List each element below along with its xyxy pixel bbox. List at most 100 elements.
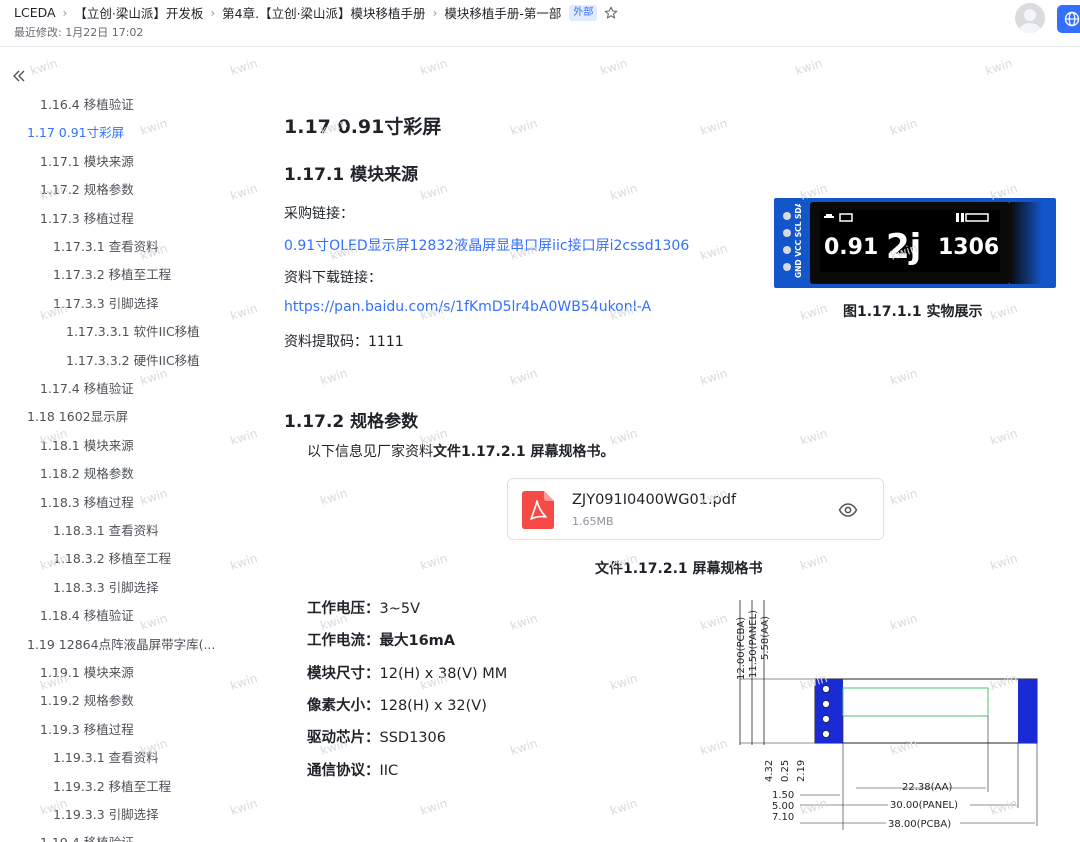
breadcrumb-separator-icon: › (432, 5, 438, 20)
share-button[interactable] (1057, 5, 1080, 33)
watermark-text: kwin (598, 56, 630, 78)
watermark-text: kwin (798, 426, 830, 448)
watermark-text: kwin (608, 671, 640, 693)
dim-left-1: 4.32 (764, 760, 775, 782)
oled-module-photo[interactable]: GND VCC SCL SDA 0.91 2j 1306 (774, 198, 1056, 288)
breadcrumb-item-lceda[interactable]: LCEDA (14, 5, 56, 20)
watermark-text: kwin (793, 56, 825, 78)
toc-item[interactable]: 1.18.3 移植过程 (40, 495, 134, 511)
globe-icon (1064, 11, 1080, 27)
toc-item[interactable]: 1.18.1 模块来源 (40, 438, 134, 454)
breadcrumb-item-chapter[interactable]: 第4章.【立创·梁山派】模块移植手册 (222, 3, 425, 22)
toc-item[interactable]: 1.17.3.3.1 软件IIC移植 (66, 324, 200, 340)
buy-label: 采购链接： (284, 206, 354, 222)
watermark-text: kwin (608, 181, 640, 203)
watermark-text: kwin (138, 116, 170, 138)
watermark-text: kwin (318, 366, 350, 388)
collapse-sidebar-icon[interactable] (11, 68, 27, 84)
oled-text-mid: 2j (886, 227, 921, 267)
breadcrumb-item-current[interactable]: 模块移植手册-第一部 (444, 3, 561, 22)
dimension-drawing[interactable]: 12.00(PCBA) 11.50(PANEL) 5.58(AA) 4.32 0… (720, 590, 1050, 835)
download-link[interactable]: https://pan.baidu.com/s/1fKmD5lr4bA0WB54… (284, 299, 651, 315)
toc-item[interactable]: 1.17.3.1 查看资料 (53, 239, 159, 255)
spec-row: 工作电压：3~5V (307, 597, 420, 618)
toc-item[interactable]: 1.17 0.91寸彩屏 (27, 125, 124, 141)
star-icon[interactable] (604, 6, 618, 20)
toc-item[interactable]: 1.19.3.1 查看资料 (53, 750, 159, 766)
watermark-text: kwin (318, 486, 350, 508)
breadcrumb-item-board[interactable]: 【立创·梁山派】开发板 (74, 3, 203, 22)
dim-bottom-2: 5.00 (772, 801, 794, 812)
toc-item[interactable]: 1.19.1 模块来源 (40, 665, 134, 681)
section-heading-1-17-1: 1.17.1 模块来源 (284, 165, 419, 185)
photo-caption: 图1.17.1.1 实物展示 (843, 304, 983, 320)
toc-item[interactable]: 1.19.3.2 移植至工程 (53, 779, 171, 795)
toc-item[interactable]: 1.17.3.2 移植至工程 (53, 267, 171, 283)
watermark-text: kwin (228, 796, 260, 818)
toc-item[interactable]: 1.17.3.3 引脚选择 (53, 296, 159, 312)
watermark-text: kwin (418, 56, 450, 78)
dim-bottom-3: 7.10 (772, 812, 794, 823)
toc-item[interactable]: 1.16.4 移植验证 (40, 97, 134, 113)
module-edge (1010, 202, 1056, 284)
toc-item[interactable]: 1.19.3.3 引脚选择 (53, 807, 159, 823)
spec-value: 3~5V (379, 601, 421, 617)
toc-item[interactable]: 1.18.3.1 查看资料 (53, 523, 159, 539)
dim-aa-height: 5.58(AA) (760, 616, 771, 660)
watermark-text: kwin (138, 486, 170, 508)
oled-text-right: 1306 (938, 235, 999, 260)
watermark-text: kwin (418, 796, 450, 818)
toc-item[interactable]: 1.17.4 移植验证 (40, 381, 134, 397)
pdf-attachment-card[interactable]: ZJY091I0400WG01.pdf 1.65MB (507, 478, 884, 540)
spec-row: 通信协议：IIC (307, 759, 398, 780)
pdf-icon (522, 491, 554, 529)
watermark-text: kwin (228, 671, 260, 693)
pin-header: GND VCC SCL SDA (783, 204, 803, 278)
watermark-text: kwin (888, 366, 920, 388)
spec-row: 工作电流：最大16mA (307, 629, 455, 650)
toc-item[interactable]: 1.17.3 移植过程 (40, 211, 134, 227)
watermark-text: kwin (888, 486, 920, 508)
toc-item[interactable]: 1.18.4 移植验证 (40, 608, 134, 624)
pin-labels: GND VCC SCL SDA (794, 204, 803, 278)
section-heading-1-17-2: 1.17.2 规格参数 (284, 412, 419, 432)
spec-row: 模块尺寸：12(H) x 38(V) MM (307, 662, 507, 683)
spec-key: 工作电压： (307, 601, 380, 617)
dim-panel-width: 30.00(PANEL) (890, 800, 958, 811)
watermark-text: kwin (888, 116, 920, 138)
avatar[interactable] (1015, 3, 1045, 33)
watermark-text: kwin (608, 796, 640, 818)
dim-panel-height: 11.50(PANEL) (748, 610, 759, 678)
dim-pcba-height: 12.00(PCBA) (736, 617, 747, 680)
toc-item[interactable]: 1.17.3.3.2 硬件IIC移植 (66, 353, 200, 369)
toc-item[interactable]: 1.18.3.3 引脚选择 (53, 580, 159, 596)
dim-left-2: 0.25 (780, 760, 791, 782)
toc-item[interactable]: 1.19 12864点阵液晶屏带字库(... (27, 637, 215, 653)
eye-icon[interactable] (838, 500, 858, 520)
toc-item[interactable]: 1.18.2 规格参数 (40, 466, 134, 482)
dim-pcba-width: 38.00(PCBA) (888, 819, 951, 830)
toc-item[interactable]: 1.19.3 移植过程 (40, 722, 134, 738)
file-caption: 文件1.17.2.1 屏幕规格书 (595, 561, 763, 577)
toc-item[interactable]: 1.19.2 规格参数 (40, 693, 134, 709)
file-name[interactable]: ZJY091I0400WG01.pdf (572, 492, 736, 508)
spec-key: 模块尺寸： (307, 665, 380, 682)
watermark-text: kwin (418, 181, 450, 203)
dim-left-3: 2.19 (796, 760, 807, 782)
section-heading-1-17: 1.17 0.91寸彩屏 (284, 116, 442, 138)
toc-item[interactable]: 1.17.1 模块来源 (40, 154, 134, 170)
spec-key: 像素大小： (307, 697, 380, 714)
breadcrumb: LCEDA › 【立创·梁山派】开发板 › 第4章.【立创·梁山派】模块移植手册… (14, 3, 618, 22)
watermark-text: kwin (508, 116, 540, 138)
spec-intro-prefix: 以下信息见厂家资料 (307, 444, 433, 460)
watermark-text: kwin (983, 56, 1015, 78)
spec-key: 工作电流： (307, 633, 380, 650)
toc-item[interactable]: 1.19.4 移植验证 (40, 835, 134, 842)
watermark-text: kwin (418, 551, 450, 573)
oled-screen: 0.91 2j 1306 (820, 210, 1000, 272)
buy-link[interactable]: 0.91寸OLED显示屏12832液晶屏显串口屏iic接口屏i2cssd1306 (284, 235, 689, 255)
extract-code: 资料提取码：1111 (284, 334, 404, 350)
toc-item[interactable]: 1.18.3.2 移植至工程 (53, 551, 171, 567)
toc-item[interactable]: 1.17.2 规格参数 (40, 182, 134, 198)
toc-item[interactable]: 1.18 1602显示屏 (27, 409, 128, 425)
